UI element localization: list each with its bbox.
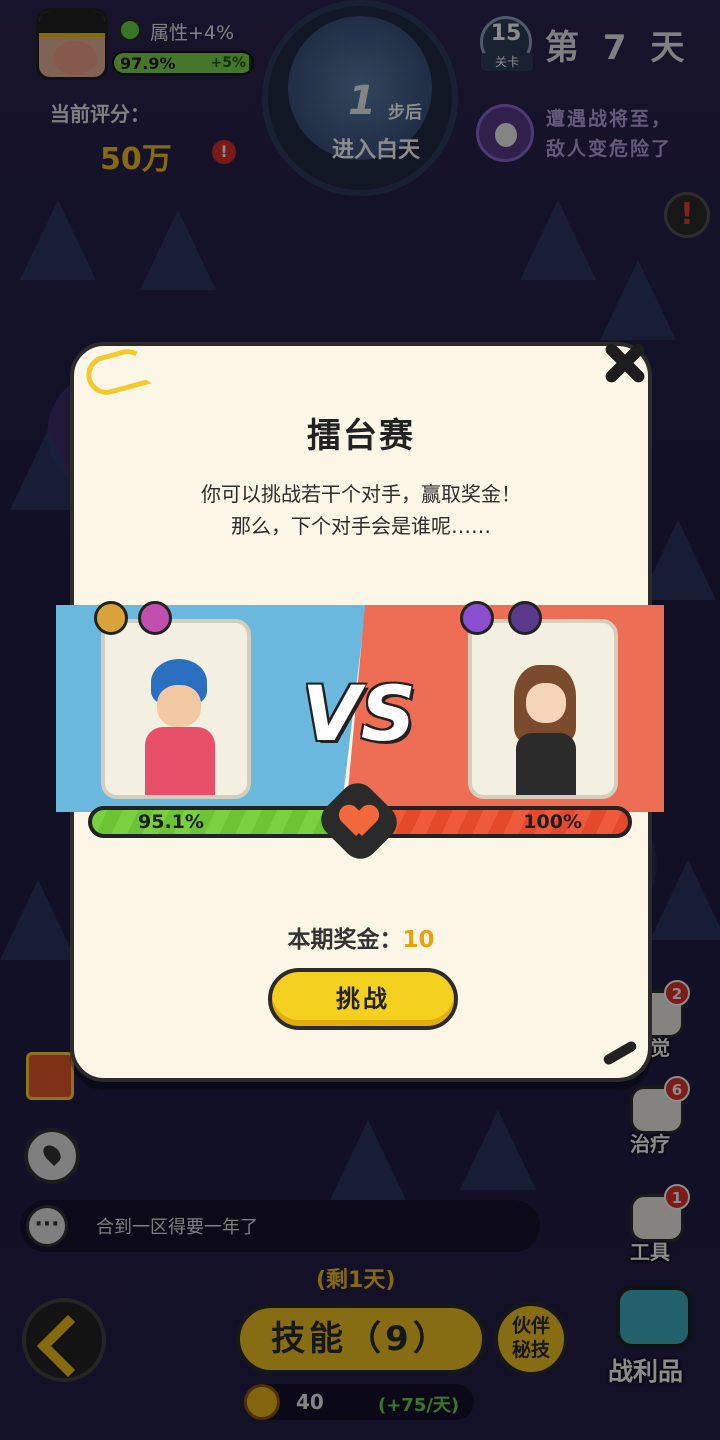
close-icon[interactable] <box>598 336 652 390</box>
player-face <box>157 685 201 727</box>
rank-medal-icon <box>138 601 172 635</box>
swirl-decoration <box>81 344 153 400</box>
prize-line: 本期奖金：10 <box>74 920 648 954</box>
slash-decoration <box>601 1039 639 1067</box>
rank-medal-icon <box>94 601 128 635</box>
opponent-body <box>516 733 576 795</box>
player-power-fill <box>92 810 360 834</box>
prize-label: 本期奖金： <box>287 927 403 953</box>
versus-band: VS <box>56 601 664 812</box>
rank-medal-icon <box>508 601 542 635</box>
opponent-face <box>526 683 566 723</box>
rank-medal-icon <box>460 601 494 635</box>
modal-title: 擂台赛 <box>307 416 415 456</box>
player-body <box>145 727 215 795</box>
opponent-power-value: 100% <box>523 811 582 833</box>
vs-logo: VS <box>302 669 418 758</box>
opponent-card[interactable] <box>468 619 618 799</box>
prize-value: 10 <box>402 927 435 953</box>
modal-description-line2: 那么，下个对手会是谁呢…… <box>231 514 491 538</box>
challenge-button[interactable]: 挑战 <box>268 968 458 1030</box>
heart-icon <box>342 806 376 836</box>
player-card[interactable] <box>101 619 251 799</box>
opponent-power-fill <box>360 810 628 834</box>
modal-description: 你可以挑战若干个对手，赢取奖金！ 那么，下个对手会是谁呢…… <box>74 478 648 542</box>
player-power-value: 95.1% <box>138 811 204 833</box>
modal-description-line1: 你可以挑战若干个对手，赢取奖金！ <box>201 482 521 506</box>
vs-text: VS <box>302 669 416 758</box>
